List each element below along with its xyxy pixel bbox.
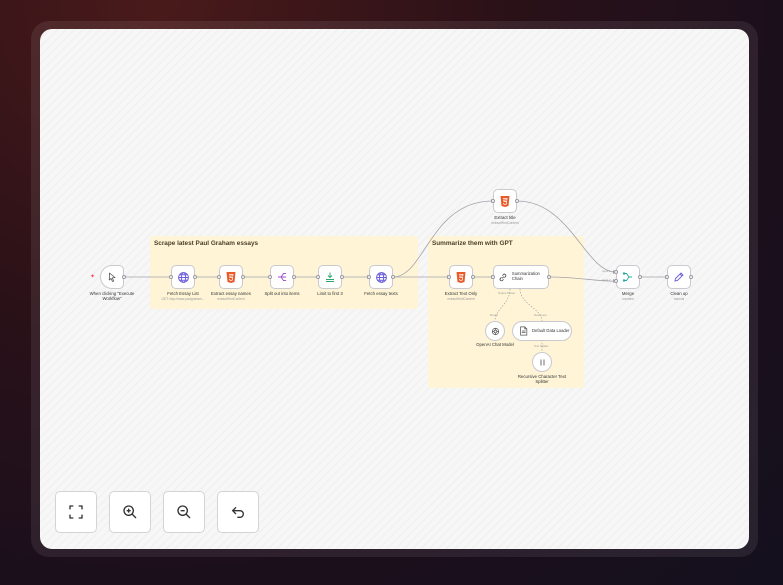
connection-title-merge	[516, 200, 616, 273]
html5-icon	[500, 195, 510, 207]
node-title: Extract title	[494, 215, 516, 220]
zoom-out-icon	[177, 505, 191, 519]
node-title: When clicking "Execute Workflow"	[89, 291, 135, 302]
input-handle-2[interactable]	[614, 279, 618, 283]
output-handle[interactable]	[391, 275, 395, 279]
zoom-out-button[interactable]	[163, 491, 205, 533]
node-title: Fetch essay texts	[364, 291, 398, 296]
port-label-document: Document	[534, 313, 547, 317]
input-handle[interactable]	[268, 275, 272, 279]
node-title: Clean up	[670, 291, 688, 296]
node-limit[interactable]	[318, 265, 342, 289]
link-chain-icon	[499, 273, 507, 281]
node-clean-up[interactable]	[667, 265, 691, 289]
output-handle[interactable]	[689, 275, 693, 279]
input-handle[interactable]	[217, 275, 221, 279]
workflow-canvas[interactable]: Scrape latest Paul Graham essays Summari…	[40, 29, 749, 549]
merge-icon	[622, 272, 632, 282]
trigger-bolt-icon: ✦	[90, 274, 96, 280]
node-extract-title[interactable]	[493, 189, 517, 213]
output-handle[interactable]	[515, 199, 519, 203]
output-handle[interactable]	[292, 275, 296, 279]
zoom-in-button[interactable]	[109, 491, 151, 533]
input-handle[interactable]	[491, 199, 495, 203]
input-handle[interactable]	[491, 275, 495, 279]
port-label-output-parser: Output Parser	[498, 291, 516, 295]
globe-icon	[177, 271, 189, 283]
input-handle[interactable]	[447, 275, 451, 279]
fullscreen-icon	[69, 505, 83, 519]
node-title: Default Data Loader	[532, 327, 570, 333]
node-title: Recursive Character Text Splitter	[517, 374, 567, 385]
limit-icon	[326, 272, 334, 282]
undo-icon	[231, 506, 244, 518]
output-handle[interactable]	[122, 275, 126, 279]
node-manual-trigger[interactable]	[100, 265, 124, 289]
output-handle[interactable]	[471, 275, 475, 279]
output-handle[interactable]	[241, 275, 245, 279]
connection-fetchtexts-title	[392, 200, 494, 278]
node-subtitle: extractHtmlContent	[491, 221, 519, 225]
node-extract-text-only[interactable]	[449, 265, 473, 289]
node-openai-chat-model[interactable]	[485, 321, 505, 341]
port-label-input1: Input 1	[602, 269, 611, 273]
document-icon	[520, 326, 528, 336]
html5-icon	[456, 271, 466, 283]
text-splitter-icon	[540, 359, 544, 365]
zoom-in-icon	[123, 505, 137, 519]
connections-layer	[124, 199, 668, 351]
node-fetch-essay-list[interactable]	[171, 265, 195, 289]
node-merge[interactable]	[616, 265, 640, 289]
globe-icon	[375, 271, 387, 283]
split-icon	[278, 273, 286, 281]
node-subtitle: extractHtmlContent	[447, 297, 475, 301]
output-handle[interactable]	[638, 275, 642, 279]
fit-view-button[interactable]	[55, 491, 97, 533]
node-summarization-chain[interactable]: Summarization Chain	[493, 265, 549, 289]
node-fetch-essay-texts[interactable]	[369, 265, 393, 289]
port-label-text-splitter: Text Splitter	[534, 344, 549, 348]
port-label-input2: Input 2	[602, 278, 611, 282]
output-handle[interactable]	[547, 275, 551, 279]
node-extract-essay-names[interactable]	[219, 265, 243, 289]
output-handle[interactable]	[340, 275, 344, 279]
openai-icon	[491, 327, 499, 335]
node-subtitle: manual	[673, 297, 685, 301]
node-default-data-loader[interactable]: Default Data Loader	[512, 321, 572, 341]
node-title: Summarization Chain	[511, 271, 540, 281]
input-handle[interactable]	[316, 275, 320, 279]
node-split-out[interactable]	[270, 265, 294, 289]
pencil-icon	[674, 272, 684, 282]
input-handle[interactable]	[367, 275, 371, 279]
port-label-model: Model	[490, 313, 498, 317]
cursor-click-icon	[108, 272, 116, 282]
node-title: OpenAI Chat Model	[476, 342, 514, 347]
node-recursive-text-splitter[interactable]	[532, 352, 552, 372]
node-title: Extract Text Only	[444, 291, 478, 296]
html5-icon	[226, 271, 236, 283]
input-handle[interactable]	[665, 275, 669, 279]
output-handle[interactable]	[193, 275, 197, 279]
input-handle[interactable]	[169, 275, 173, 279]
node-subtitle: extractHtmlContent	[217, 297, 245, 301]
input-handle-1[interactable]	[614, 270, 618, 274]
reset-zoom-button[interactable]	[217, 491, 259, 533]
